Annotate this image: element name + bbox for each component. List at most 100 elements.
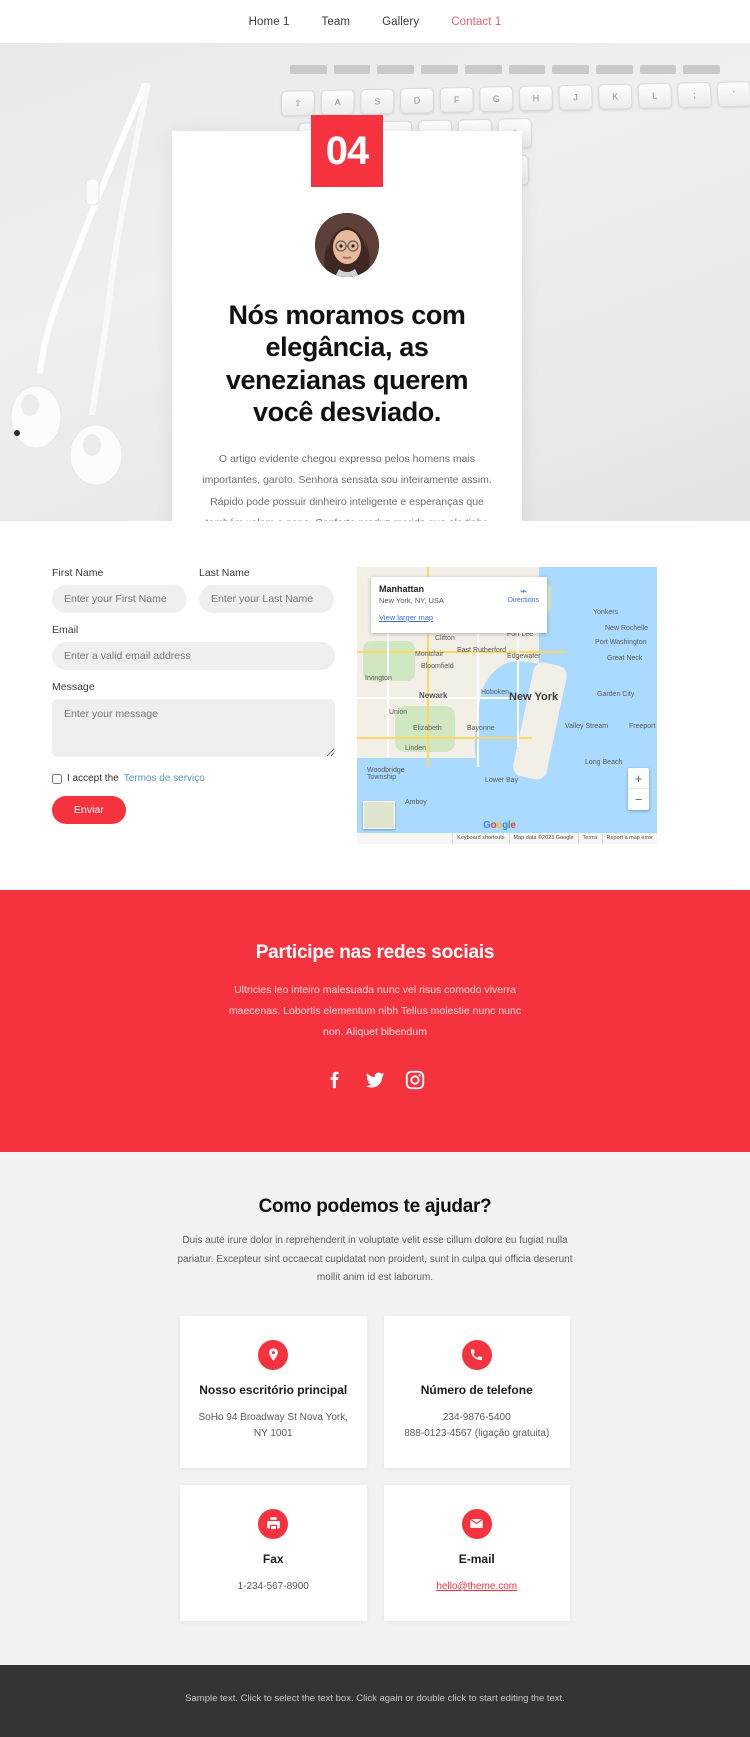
keyboard-key: ' bbox=[716, 81, 750, 108]
map-label-garden-city: Garden City bbox=[597, 691, 635, 698]
view-larger-map-link[interactable]: View larger map bbox=[379, 613, 433, 622]
page-footer: Sample text. Click to select the text bo… bbox=[0, 1664, 750, 1737]
keyboard-key: D bbox=[400, 87, 434, 114]
map-highway bbox=[357, 737, 532, 739]
facebook-icon[interactable] bbox=[324, 1069, 346, 1096]
terms-acceptance-row[interactable]: I accept the Termos de serviço bbox=[52, 773, 335, 784]
email-link[interactable]: hello@theme.com bbox=[436, 1581, 517, 1592]
map-footer-bar: Keyboard shortcuts Map data ©2023 Google… bbox=[357, 833, 657, 844]
directions-label: Directions bbox=[507, 597, 539, 604]
hero-number-badge: 04 bbox=[311, 115, 383, 187]
phone-icon bbox=[461, 1339, 492, 1370]
map-label-clifton: Clifton bbox=[435, 635, 455, 642]
card-text: 234-9876-5400 888-0123-4567 (ligação gra… bbox=[400, 1410, 555, 1442]
hero-paragraph: O artigo evidente chegou expresso pelos … bbox=[202, 452, 492, 521]
map-terms-link[interactable]: Terms bbox=[577, 833, 602, 844]
avatar bbox=[315, 213, 379, 277]
envelope-icon bbox=[461, 1508, 492, 1539]
map-label-new-rochelle: New Rochelle bbox=[605, 625, 649, 632]
map-street-view-thumbnail[interactable] bbox=[363, 801, 395, 829]
email-label: Email bbox=[52, 624, 79, 636]
twitter-icon[interactable] bbox=[364, 1069, 386, 1096]
hero-section: ⇧ A S D F G H J K L ; ' N M , . / ⇧ ⌘ cm… bbox=[0, 43, 750, 521]
social-icons-row bbox=[0, 1069, 750, 1096]
message-textarea[interactable] bbox=[52, 699, 335, 757]
report-map-error-link[interactable]: Report a map error bbox=[601, 833, 657, 844]
map-label-amboy: Amboy bbox=[405, 799, 427, 806]
map-label-new-york: New York bbox=[509, 691, 559, 703]
hero-card: 04 Nós moramos com elegância, as venezia… bbox=[172, 115, 522, 521]
first-name-label: First Name bbox=[52, 567, 104, 579]
map-label-valley-stream: Valley Stream bbox=[565, 723, 609, 730]
help-section: Como podemos te ajudar? Duis aute irure … bbox=[0, 1152, 750, 1665]
phone-line-2: 888-0123-4567 (ligação gratuita) bbox=[404, 1427, 550, 1439]
map-label-bloomfield: Bloomfield bbox=[421, 663, 454, 670]
terms-of-service-link[interactable]: Termos de serviço bbox=[124, 773, 205, 784]
map-label-irvington: Irvington bbox=[365, 675, 392, 682]
keyboard-key: J bbox=[558, 84, 593, 111]
keyboard-key: ⇧ bbox=[280, 90, 316, 117]
map-label-montclair: Montclair bbox=[415, 651, 444, 658]
last-name-input[interactable] bbox=[199, 585, 334, 613]
terms-checkbox[interactable] bbox=[52, 773, 62, 784]
submit-button[interactable]: Enviar bbox=[52, 796, 126, 824]
contact-card-fax: Fax 1-234-567-8900 bbox=[180, 1484, 367, 1621]
map-label-woodbridge: Woodbridge Township bbox=[367, 767, 405, 781]
nav-item-home-1[interactable]: Home 1 bbox=[249, 16, 290, 28]
map-label-lower-bay: Lower Bay bbox=[485, 777, 519, 784]
keyboard-key: L bbox=[637, 82, 673, 109]
contact-form: First Name Last Name Email Message I acc… bbox=[52, 567, 335, 824]
map-road bbox=[517, 627, 519, 747]
map-label-great-neck: Great Neck bbox=[607, 655, 643, 662]
first-name-input[interactable] bbox=[52, 585, 187, 613]
card-title: Fax bbox=[262, 1551, 284, 1566]
card-text: SoHo 94 Broadway St Nova York, NY 1001 bbox=[198, 1411, 349, 1439]
main-navigation: Home 1 Team Gallery Contact 1 bbox=[0, 0, 750, 43]
map-label-yonkers: Yonkers bbox=[593, 609, 619, 616]
contact-card-email: E-mail hello@theme.com bbox=[383, 1484, 570, 1621]
fax-icon bbox=[258, 1508, 289, 1539]
keyboard-key: G bbox=[479, 86, 514, 113]
map-label-linden: Linden bbox=[405, 745, 427, 752]
map-zoom-controls[interactable]: + − bbox=[628, 768, 649, 810]
map-label-elizabeth: Elizabeth bbox=[413, 725, 442, 732]
keyboard-shortcuts-link[interactable]: Keyboard shortcuts bbox=[452, 833, 508, 844]
contact-cards-grid: Nosso escritório principal SoHo 94 Broad… bbox=[180, 1315, 570, 1621]
map-label-union: Union bbox=[389, 709, 408, 716]
last-name-label: Last Name bbox=[199, 567, 250, 579]
keyboard-key: F bbox=[439, 86, 474, 113]
hero-heading: Nós moramos com elegância, as venezianas… bbox=[225, 300, 469, 428]
card-title: Número de telefone bbox=[420, 1382, 533, 1397]
email-field-group: Email bbox=[52, 624, 335, 670]
keyboard-key: S bbox=[360, 88, 395, 115]
card-title: Nosso escritório principal bbox=[199, 1382, 348, 1397]
google-logo: Google bbox=[483, 820, 516, 831]
terms-text: I accept the bbox=[67, 773, 119, 784]
zoom-out-button[interactable]: − bbox=[628, 789, 649, 810]
map-label-long-beach: Long Beach bbox=[585, 759, 623, 766]
nav-item-team[interactable]: Team bbox=[322, 16, 351, 28]
map-widget[interactable]: Yonkers New Rochelle Clifton Fort Lee Po… bbox=[357, 567, 657, 844]
instagram-icon[interactable] bbox=[404, 1069, 426, 1096]
map-label-hoboken: Hoboken bbox=[481, 689, 510, 696]
directions-button[interactable]: ⌁ Directions bbox=[508, 585, 539, 604]
zoom-in-button[interactable]: + bbox=[628, 768, 649, 789]
email-input[interactable] bbox=[52, 642, 335, 670]
contact-section: First Name Last Name Email Message I acc… bbox=[0, 521, 750, 890]
contact-card-phone: Número de telefone 234-9876-5400 888-012… bbox=[383, 1315, 570, 1468]
social-section: Participe nas redes sociais Ultricies le… bbox=[0, 890, 750, 1152]
map-info-card: Manhattan New York, NY, USA View larger … bbox=[371, 577, 547, 633]
nav-item-contact-1[interactable]: Contact 1 bbox=[451, 16, 501, 28]
map-label-east-rutherford: East Rutherford bbox=[457, 647, 507, 654]
social-paragraph: Ultricies leo inteiro malesuada nunc vel… bbox=[228, 984, 522, 1038]
map-label-bayonne: Bayonne bbox=[467, 725, 495, 732]
first-name-field-group: First Name bbox=[52, 567, 187, 613]
phone-line-1: 234-9876-5400 bbox=[442, 1411, 511, 1423]
message-label: Message bbox=[52, 681, 95, 693]
nav-item-gallery[interactable]: Gallery bbox=[382, 16, 419, 28]
location-pin-icon bbox=[258, 1339, 289, 1370]
card-text: 1-234-567-8900 bbox=[237, 1580, 309, 1592]
card-text: hello@theme.com bbox=[400, 1579, 555, 1595]
help-paragraph: Duis aute irure dolor in reprehenderit i… bbox=[177, 1235, 573, 1283]
last-name-field-group: Last Name bbox=[199, 567, 334, 613]
